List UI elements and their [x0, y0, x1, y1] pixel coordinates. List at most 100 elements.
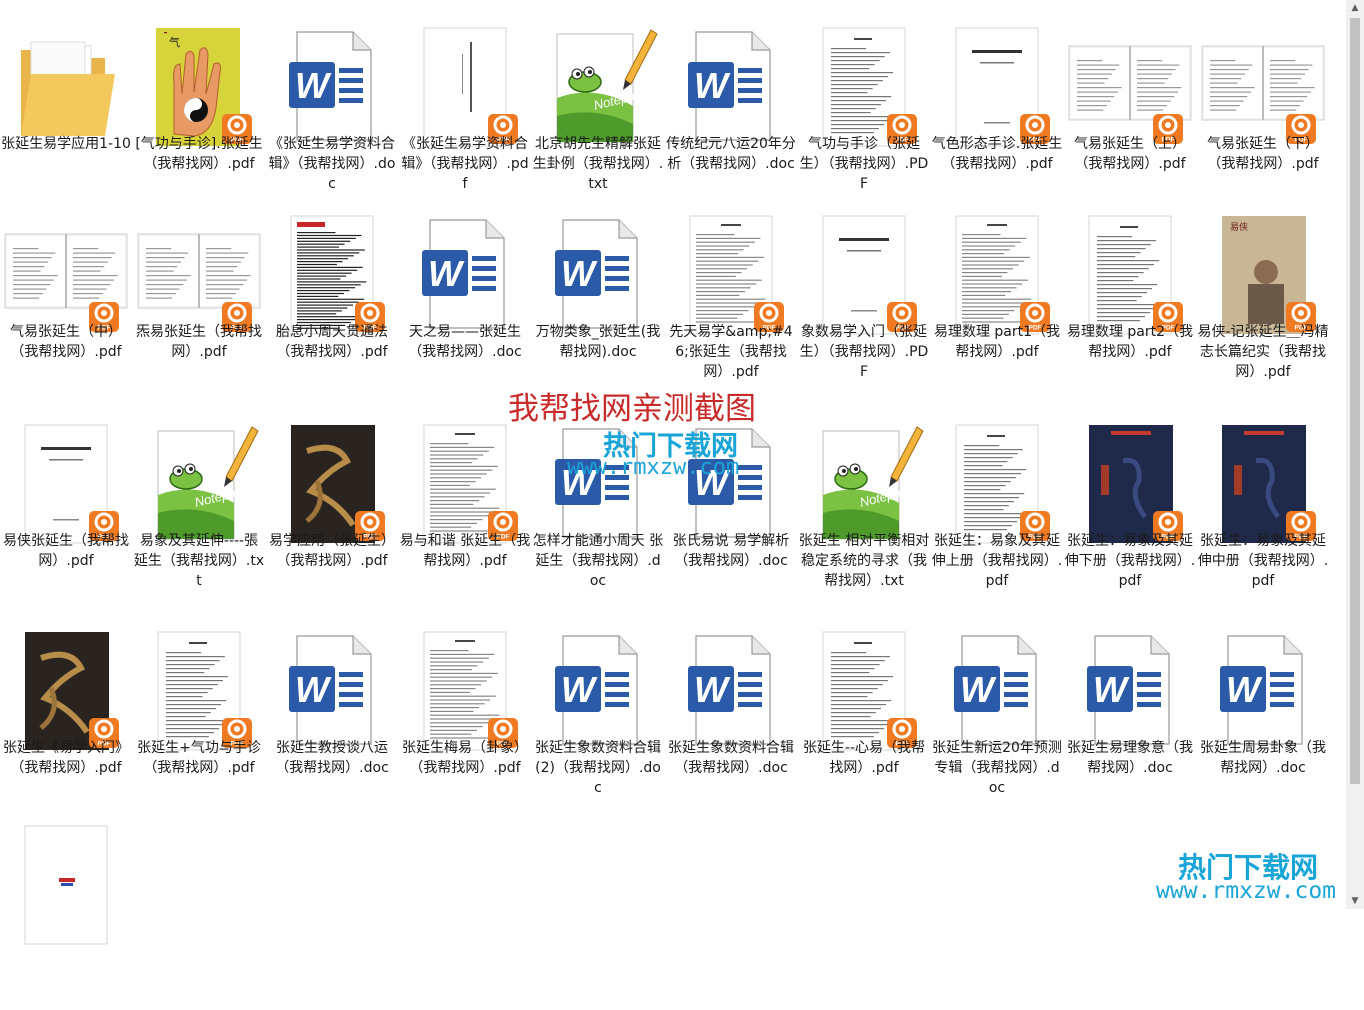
pdf-thumbnail-icon: 气 PDF — [142, 28, 256, 146]
file-item[interactable]: PDF 张延生《易学入门》（我帮找网）.pdf — [0, 616, 132, 816]
file-name-label: 张氏易说 易学解析（我帮找网）.doc — [672, 533, 790, 569]
file-name-label: 张延生《易学入门》（我帮找网）.pdf — [3, 740, 129, 776]
file-item[interactable]: W 怎样才能通小周天 张延生（我帮找网）.doc — [532, 409, 664, 609]
word-document-icon: W — [275, 28, 389, 146]
pdf-thumbnail-icon: PDF — [1068, 28, 1192, 146]
pdf-thumbnail-icon: PDF — [275, 425, 389, 543]
word-document-icon: W — [408, 216, 522, 334]
vertical-scrollbar[interactable]: ▲ ▼ — [1346, 0, 1364, 909]
file-item[interactable]: PDF 张延生梅易（卦象）（我帮找网）.pdf — [399, 616, 531, 816]
svg-text:W: W — [694, 669, 731, 710]
word-document-icon: W — [541, 425, 655, 543]
file-name-label: 《张延生易学资料合辑》（我帮找网）.pdf — [401, 136, 529, 192]
file-item[interactable]: PDF 易理数理 part2（我帮找网）.pdf — [1064, 200, 1196, 400]
file-name-label: 张延生易理象意（我帮找网）.doc — [1067, 740, 1193, 776]
svg-text:气: 气 — [169, 35, 180, 49]
file-name-label: 胎息小周天贯通法（我帮找网）.pdf — [276, 324, 388, 360]
file-name-label: 北京胡先生精解张延生卦例（我帮找网）.txt — [532, 136, 664, 192]
file-item[interactable]: PDF 胎息小周天贯通法（我帮找网）.pdf — [266, 200, 398, 400]
file-item[interactable]: Notepad++ 易象及其延伸----張延生（我帮找网）.txt — [133, 409, 265, 609]
file-item[interactable]: 张延生易学应用1-10 — [0, 12, 132, 212]
file-item[interactable]: W 《张延生易学资料合辑》（我帮找网）.doc — [266, 12, 398, 212]
file-name-label: 张延生 相对平衡相对稳定系统的寻求（我帮找网）.txt — [798, 533, 930, 589]
file-item[interactable]: PDF 易侠张延生（我帮找网）.pdf — [0, 409, 132, 609]
pdf-thumbnail-icon: PDF — [408, 631, 522, 751]
file-item[interactable]: W 张延生新运20年预测专辑（我帮找网）.doc — [931, 616, 1063, 816]
file-item[interactable]: W 张氏易说 易学解析（我帮找网）.doc — [665, 409, 797, 609]
file-item[interactable]: PDF 张延生：易象及其延伸中册（我帮找网）.pdf — [1197, 409, 1329, 609]
pdf-thumbnail-icon: PDF — [4, 216, 128, 334]
pdf-thumbnail-icon: PDF — [9, 632, 123, 750]
file-name-label: 易侠张延生（我帮找网）.pdf — [3, 533, 129, 569]
svg-text:W: W — [561, 462, 598, 503]
file-item[interactable]: W 张延生周易卦象（我帮找网）.doc — [1197, 616, 1329, 816]
file-name-label: 气易张延生（下）（我帮找网）.pdf — [1207, 136, 1319, 172]
file-name-label: 张延生：易象及其延伸下册（我帮找网）.pdf — [1064, 533, 1196, 589]
scroll-down-arrow-icon[interactable]: ▼ — [1346, 893, 1364, 909]
svg-text:W: W — [694, 462, 731, 503]
file-item[interactable]: PDF 气易张延生（下）（我帮找网）.pdf — [1197, 12, 1329, 212]
file-item[interactable]: PDF 气功与手诊（张延生）（我帮找网）.PDF — [798, 12, 930, 212]
file-name-label: 张延生象数资料合辑 (2)（我帮找网）.doc — [535, 740, 661, 796]
file-item[interactable]: PDF 易理数理 part1（我帮找网）.pdf — [931, 200, 1063, 400]
file-item[interactable]: 气 PDF [气功与手诊].张延生（我帮找网）.pdf — [133, 12, 265, 212]
file-name-label: 易理数理 part2（我帮找网）.pdf — [1066, 324, 1194, 360]
file-item[interactable]: PDF 炁易张延生（我帮找网）.pdf — [133, 200, 265, 400]
word-document-icon: W — [674, 28, 788, 146]
pdf-thumbnail-icon: PDF — [408, 27, 522, 147]
word-document-icon: W — [674, 632, 788, 750]
pdf-thumbnail-icon: PDF — [137, 216, 261, 334]
file-item[interactable]: PDF 气色形态手诊.张延生（我帮找网）.pdf — [931, 12, 1063, 212]
file-name-label: 张延生新运20年预测专辑（我帮找网）.doc — [932, 740, 1062, 796]
file-item[interactable]: PDF 气易张延生（上）（我帮找网）.pdf — [1064, 12, 1196, 212]
pdf-thumbnail-icon — [9, 825, 123, 945]
scroll-thumb[interactable] — [1350, 18, 1360, 784]
pdf-thumbnail-icon: PDF — [674, 215, 788, 335]
pdf-thumbnail-icon: PDF — [1073, 215, 1187, 335]
pdf-thumbnail-icon: PDF — [807, 215, 921, 335]
file-item[interactable]: PDF 先天易学&amp;#46;张延生（我帮找网）.pdf — [665, 200, 797, 400]
file-item[interactable]: W 张延生象数资料合辑 (2)（我帮找网）.doc — [532, 616, 664, 816]
svg-text:易侠: 易侠 — [1230, 221, 1248, 233]
pdf-thumbnail-icon: PDF — [940, 215, 1054, 335]
file-name-label: 易学应用（张延生）（我帮找网）.pdf — [269, 533, 395, 569]
file-item[interactable] — [0, 810, 132, 1010]
folder-icon — [9, 28, 123, 146]
file-item[interactable]: 易侠 PDF 易侠-记张延生＿冯精志长篇纪实（我帮找网）.pdf — [1197, 200, 1329, 400]
file-item[interactable]: W 张延生易理象意（我帮找网）.doc — [1064, 616, 1196, 816]
pdf-thumbnail-icon: PDF — [408, 424, 522, 544]
word-document-icon: W — [674, 425, 788, 543]
file-name-label: 气色形态手诊.张延生（我帮找网）.pdf — [931, 136, 1063, 172]
file-item[interactable]: PDF 《张延生易学资料合辑》（我帮找网）.pdf — [399, 12, 531, 212]
file-name-label: 先天易学&amp;#46;张延生（我帮找网）.pdf — [669, 324, 793, 380]
file-item[interactable]: PDF 易学应用（张延生）（我帮找网）.pdf — [266, 409, 398, 609]
file-name-label: 张延生周易卦象（我帮找网）.doc — [1200, 740, 1326, 776]
file-name-label: 张延生：易象及其延伸上册（我帮找网）.pdf — [931, 533, 1063, 589]
scroll-up-arrow-icon[interactable]: ▲ — [1346, 0, 1364, 16]
notepad-plus-plus-icon: Notepad++ — [807, 425, 925, 543]
file-name-label: 易与和谐 张延生（我帮找网）.pdf — [399, 533, 531, 569]
file-item[interactable]: PDF 张延生：易象及其延伸上册（我帮找网）.pdf — [931, 409, 1063, 609]
file-item[interactable]: W 传统纪元八运20年分析（我帮找网）.doc — [665, 12, 797, 212]
file-item[interactable]: Notepad++ 北京胡先生精解张延生卦例（我帮找网）.txt — [532, 12, 664, 212]
word-document-icon: W — [1206, 632, 1320, 750]
file-item[interactable]: W 万物类象_张延生(我帮找网).doc — [532, 200, 664, 400]
word-document-icon: W — [541, 216, 655, 334]
word-document-icon: W — [940, 632, 1054, 750]
file-item[interactable]: W 天之易——张延生（我帮找网）.doc — [399, 200, 531, 400]
notepad-plus-plus-icon: Notepad++ — [142, 425, 260, 543]
file-name-label: 天之易——张延生（我帮找网）.doc — [408, 324, 522, 360]
file-item[interactable]: PDF 象数易学入门（张延生）（我帮找网）.PDF — [798, 200, 930, 400]
file-item[interactable]: Notepad++ 张延生 相对平衡相对稳定系统的寻求（我帮找网）.txt — [798, 409, 930, 609]
file-item[interactable]: W 张延生教授谈八运（我帮找网）.doc — [266, 616, 398, 816]
word-document-icon: W — [275, 632, 389, 750]
pdf-thumbnail-icon: PDF — [142, 631, 256, 751]
file-name-label: 怎样才能通小周天 张延生（我帮找网）.doc — [532, 533, 664, 589]
file-item[interactable]: PDF 张延生：易象及其延伸下册（我帮找网）.pdf — [1064, 409, 1196, 609]
file-item[interactable]: PDF 张延生+气功与手诊（我帮找网）.pdf — [133, 616, 265, 816]
file-item[interactable]: PDF 气易张延生（中）（我帮找网）.pdf — [0, 200, 132, 400]
file-item[interactable]: PDF 易与和谐 张延生（我帮找网）.pdf — [399, 409, 531, 609]
file-item[interactable]: W 张延生象数资料合辑（我帮找网）.doc — [665, 616, 797, 816]
word-document-icon: W — [1073, 632, 1187, 750]
file-item[interactable]: PDF 张延生--心易（我帮找网）.pdf — [798, 616, 930, 816]
